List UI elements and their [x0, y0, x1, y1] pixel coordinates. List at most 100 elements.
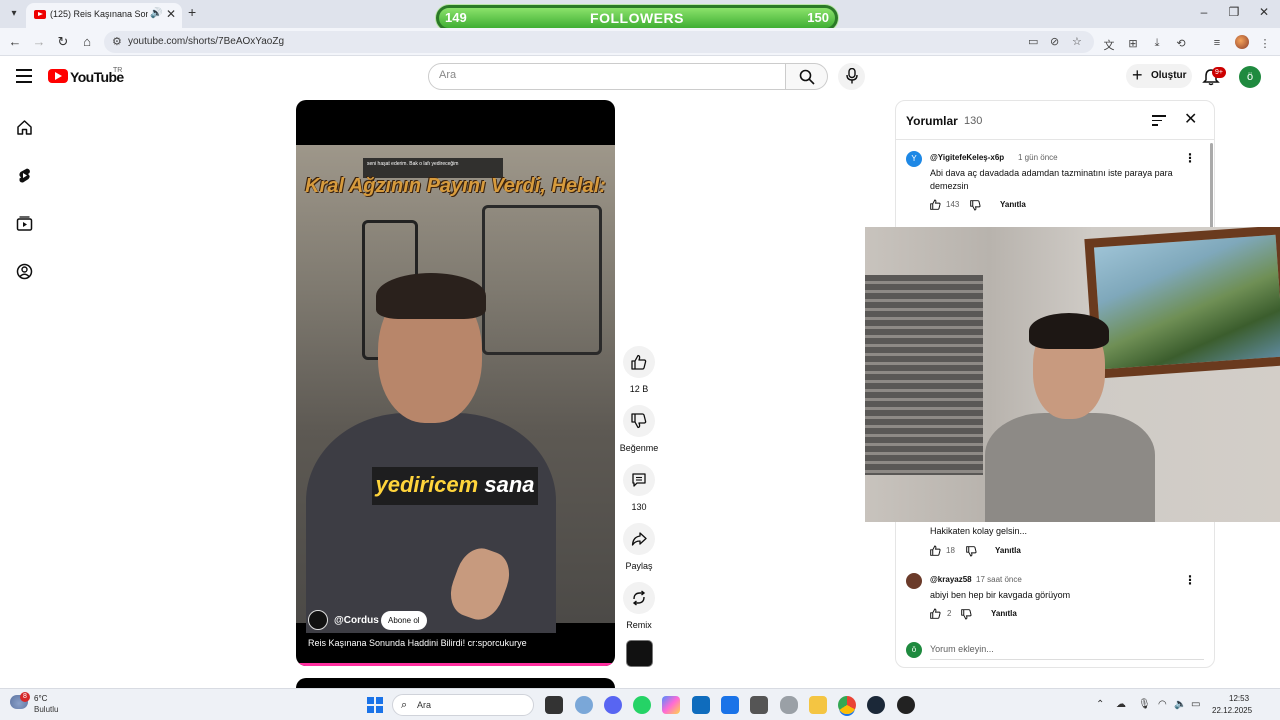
taskbar-search[interactable]: ⌕ Ara — [392, 694, 534, 716]
discord-icon[interactable] — [604, 696, 622, 714]
home-nav-icon[interactable] — [16, 119, 33, 136]
share-button[interactable] — [623, 523, 655, 555]
channel-avatar[interactable] — [308, 610, 328, 630]
you-profile-nav-icon[interactable] — [16, 263, 33, 280]
photos-icon[interactable] — [721, 696, 739, 714]
clock-time[interactable]: 12:53 — [1229, 694, 1249, 703]
shorts-nav-icon[interactable] — [16, 167, 33, 184]
whatsapp-icon[interactable] — [633, 696, 651, 714]
comment-time[interactable]: 17 saat önce — [976, 575, 1022, 584]
shorts-video-player[interactable]: seni haşat ederim. Bak o lafı yedireceği… — [296, 100, 615, 666]
back-icon[interactable]: ← — [7, 34, 23, 49]
sort-icon[interactable] — [1152, 115, 1166, 127]
voice-search-button[interactable] — [838, 63, 865, 90]
omnibox[interactable]: ⚙ youtube.com/shorts/7BeAOxYaoZg ▭ ⊘ ☆ — [104, 31, 1094, 53]
tab-search-chevron-icon[interactable]: ▾ — [6, 6, 22, 22]
comments-scrollbar[interactable] — [1210, 143, 1213, 229]
url-text[interactable]: youtube.com/shorts/7BeAOxYaoZg — [128, 36, 284, 47]
browser-menu-icon[interactable]: ⋮ — [1258, 37, 1272, 50]
translate-icon[interactable]: 文 — [1102, 37, 1116, 53]
video-progress-bar[interactable] — [296, 663, 615, 666]
hamburger-menu-icon[interactable] — [16, 69, 32, 83]
chrome-icon[interactable] — [838, 696, 856, 714]
search-field[interactable] — [428, 63, 786, 90]
wifi-icon[interactable]: ◠ — [1158, 699, 1167, 710]
window-close-icon[interactable]: ✕ — [1254, 5, 1274, 19]
comment-dislike-icon[interactable] — [961, 609, 972, 620]
tray-overflow-icon[interactable]: ⌃ — [1096, 699, 1104, 710]
eye-off-icon[interactable]: ⊘ — [1050, 35, 1059, 48]
short-title[interactable]: Reis Kaşınana Sonunda Haddini Bilirdi! c… — [308, 638, 527, 648]
obs-icon[interactable] — [897, 696, 915, 714]
comment-dislike-icon[interactable] — [966, 546, 977, 557]
site-info-icon[interactable]: ⚙ — [112, 35, 122, 48]
reload-icon[interactable]: ↻ — [55, 34, 71, 50]
weather-description[interactable]: Bulutlu — [34, 705, 58, 714]
bookmark-star-icon[interactable]: ☆ — [1072, 35, 1082, 48]
comment-like-icon[interactable] — [930, 608, 941, 619]
new-tab-button[interactable]: + — [188, 4, 196, 20]
remix-action[interactable]: Remix — [622, 582, 656, 630]
minimize-icon[interactable]: – — [1194, 5, 1214, 19]
restore-icon[interactable]: ❐ — [1224, 5, 1244, 19]
mouse-app-icon[interactable] — [780, 696, 798, 714]
windows-start-icon[interactable] — [367, 697, 383, 713]
add-comment-row[interactable]: ö Yorum ekleyin... — [906, 641, 1204, 661]
comment-like-icon[interactable] — [930, 545, 941, 556]
like-button[interactable] — [623, 346, 655, 378]
network-app-icon[interactable] — [575, 696, 593, 714]
close-comments-icon[interactable]: ✕ — [1184, 109, 1197, 129]
forward-icon[interactable]: → — [31, 34, 47, 49]
extensions-icon[interactable]: ⊞ — [1126, 37, 1140, 50]
youtube-logo-icon[interactable] — [48, 69, 68, 83]
add-comment-input[interactable]: Yorum ekleyin... — [930, 644, 994, 654]
copilot-icon[interactable] — [662, 696, 680, 714]
comment-reply-button[interactable]: Yanıtla — [991, 609, 1017, 618]
comment-author[interactable]: @krayaz58 — [930, 575, 972, 584]
calculator-icon[interactable] — [750, 696, 768, 714]
browser-profile-avatar[interactable] — [1235, 35, 1249, 49]
comment-reply-button[interactable]: Yanıtla — [995, 546, 1021, 555]
history-icon[interactable]: ⟲ — [1174, 37, 1188, 50]
channel-name[interactable]: @Cordus — [334, 615, 379, 626]
video-frame[interactable]: seni haşat ederim. Bak o lafı yedireceği… — [296, 145, 615, 633]
steam-icon[interactable] — [867, 696, 885, 714]
comment-author[interactable]: @YigitefeKeleş-x6p — [930, 153, 1004, 162]
comment-dislike-icon[interactable] — [970, 200, 981, 211]
download-icon[interactable]: ⤓ — [1150, 37, 1164, 50]
subscribe-button[interactable]: Abone ol — [381, 611, 427, 630]
home-icon[interactable]: ⌂ — [79, 34, 95, 49]
volume-icon[interactable]: 🔈 — [1174, 699, 1186, 710]
like-action[interactable]: 12 B — [622, 346, 656, 394]
file-explorer-icon[interactable] — [809, 696, 827, 714]
comment-avatar[interactable]: Y — [906, 151, 922, 167]
store-icon[interactable] — [692, 696, 710, 714]
search-button[interactable] — [786, 63, 828, 90]
dislike-action[interactable]: Beğenme — [620, 405, 658, 453]
tab-close-icon[interactable]: ✕ — [166, 7, 176, 21]
search-input[interactable] — [439, 69, 769, 81]
comments-action[interactable]: 130 — [622, 464, 656, 512]
clock-date[interactable]: 22.12.2025 — [1212, 706, 1252, 715]
subscriptions-nav-icon[interactable] — [16, 215, 33, 232]
sound-thumbnail[interactable] — [626, 640, 653, 667]
comments-button[interactable] — [623, 464, 655, 496]
comment-like-icon[interactable] — [930, 199, 941, 210]
comment-time[interactable]: 1 gün önce — [1018, 153, 1058, 162]
account-avatar[interactable]: ö — [1239, 66, 1261, 88]
browser-tab[interactable]: (125) Reis Kaşınana Sonunda Haddini Bili… — [26, 3, 182, 28]
dislike-button[interactable] — [623, 405, 655, 437]
comment-more-icon[interactable]: ⋮ — [1184, 573, 1196, 587]
onedrive-icon[interactable]: ☁ — [1116, 699, 1126, 710]
task-view-icon[interactable] — [545, 696, 563, 714]
comment-more-icon[interactable]: ⋮ — [1184, 151, 1196, 165]
cast-icon[interactable]: ▭ — [1028, 35, 1038, 48]
tab-groups-icon[interactable]: ≡ — [1210, 37, 1224, 49]
create-button[interactable]: + Oluştur — [1126, 64, 1192, 88]
weather-temperature[interactable]: 6°C — [34, 694, 47, 703]
battery-icon[interactable]: ▭ — [1191, 699, 1200, 710]
mic-tray-icon[interactable]: 🎙 — [1138, 699, 1151, 710]
remix-button[interactable] — [623, 582, 655, 614]
audio-playing-icon[interactable]: 🔊 — [150, 8, 162, 19]
share-action[interactable]: Paylaş — [622, 523, 656, 571]
